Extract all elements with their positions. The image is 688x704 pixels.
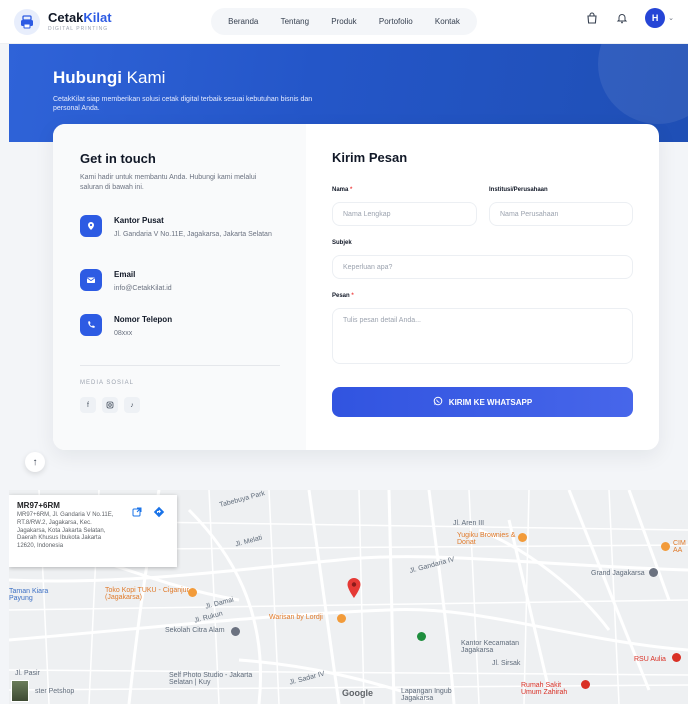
contact-heading: Get in touch [80, 151, 156, 166]
email-value[interactable]: info@CetakKilat.id [114, 284, 274, 294]
company-input[interactable]: Nama Perusahaan [489, 202, 633, 226]
office-title: Kantor Pusat [114, 216, 164, 225]
phone-info: Nomor Telepon 08xxx [80, 314, 274, 339]
page-subtitle: CetakKilat siap memberikan solusi cetak … [53, 96, 313, 113]
hospital-place-icon[interactable] [672, 653, 681, 662]
whatsapp-icon [433, 396, 443, 408]
chevron-down-icon: ⌄ [668, 15, 674, 22]
hospital-place-icon-2[interactable] [581, 680, 590, 689]
printer-icon [14, 8, 40, 35]
avatar: H [645, 8, 666, 28]
user-menu[interactable]: H ⌄ [645, 8, 674, 28]
message-textarea[interactable]: Tulis pesan detail Anda... [332, 308, 633, 364]
map-label-rsu: RSU Aulia [634, 656, 666, 663]
cafe-place-icon[interactable] [188, 588, 197, 597]
office-address: Jl. Gandaria V No.11E, Jagakarsa, Jakart… [114, 231, 272, 238]
decorative-circle [598, 44, 688, 124]
park-place-icon[interactable] [417, 632, 426, 641]
building-place-icon[interactable] [649, 568, 658, 577]
phone-title: Nomor Telepon [114, 315, 173, 324]
name-label: Nama * [332, 187, 353, 193]
name-input[interactable]: Nama Lengkap [332, 202, 477, 226]
send-whatsapp-button[interactable]: KIRIM KE WHATSAPP [332, 387, 633, 417]
place-address: MR97+6RM, Jl. Gandaria V No.11E, RT.8/RW… [17, 512, 114, 550]
nav-kontak[interactable]: Kontak [435, 17, 460, 26]
contact-card: Get in touch Kami hadir untuk membantu A… [53, 124, 659, 450]
subject-label: Subjek [332, 240, 352, 246]
form-heading: Kirim Pesan [332, 150, 408, 165]
nav-beranda[interactable]: Beranda [228, 17, 258, 26]
brand-tagline: DIGITAL PRINTING [48, 26, 109, 32]
message-label: Pesan * [332, 293, 354, 299]
food-place-icon[interactable] [518, 533, 527, 542]
bell-icon[interactable] [615, 11, 629, 25]
map-label-kantor: Kantor Kecamatan Jagakarsa [461, 640, 519, 654]
place-info-card: MR97+6RM MR97+6RM, Jl. Gandaria V No.11E… [9, 495, 177, 567]
message-form-panel: Kirim Pesan Nama * Nama Lengkap Institus… [306, 124, 659, 450]
main-nav: Beranda Tentang Produk Portofolio Kontak [211, 8, 477, 35]
map-label-rumah-sakit: Rumah Sakit Umum Zahirah [521, 682, 568, 696]
nav-produk[interactable]: Produk [331, 17, 356, 26]
map-thumbnail[interactable] [11, 680, 29, 702]
location-marker-icon[interactable] [347, 578, 361, 598]
shop-place-icon[interactable] [661, 542, 670, 551]
map-label-aren: Jl. Aren III [453, 520, 485, 527]
contact-info-panel: Get in touch Kami hadir untuk membantu A… [53, 124, 306, 450]
nav-tentang[interactable]: Tentang [281, 17, 309, 26]
map-label-pasir: Jl. Pasir [15, 670, 40, 677]
phone-value[interactable]: 08xxx [114, 329, 274, 339]
map-label-sirsak: Jl. Sirsak [492, 660, 521, 667]
arrow-up-icon: ↑ [32, 456, 38, 468]
email-title: Email [114, 270, 136, 279]
divider [80, 365, 280, 366]
tiktok-icon[interactable]: ♪ [124, 397, 140, 413]
social-links: f ♪ [80, 397, 140, 413]
restaurant-place-icon[interactable] [337, 614, 346, 623]
header-actions: H ⌄ [585, 8, 674, 28]
contact-intro: Kami hadir untuk membantu Anda. Hubungi … [80, 174, 257, 191]
company-label: Institusi/Perusahaan [489, 187, 548, 193]
office-info: Kantor Pusat Jl. Gandaria V No.11E, Jaga… [80, 215, 274, 240]
map-label-self-photo: Self Photo Studio - Jakarta Selatan | Ku… [169, 672, 253, 686]
location-pin-icon [80, 215, 102, 237]
email-info: Email info@CetakKilat.id [80, 269, 274, 294]
scroll-to-top-button[interactable]: ↑ [25, 452, 45, 472]
map-label-lapangan: Lapangan Ingub Jagakarsa [401, 688, 452, 702]
directions-icon[interactable] [152, 505, 166, 519]
nav-portofolio[interactable]: Portofolio [379, 17, 413, 26]
mail-icon [80, 269, 102, 291]
social-label: MEDIA SOSIAL [80, 380, 135, 386]
embedded-map[interactable]: Tabebuya Park Jl. Aren III Yugiku Browni… [9, 490, 688, 704]
send-button-label: KIRIM KE WHATSAPP [448, 397, 533, 407]
page-title: Hubungi Kami [53, 68, 166, 87]
brand-logo[interactable]: CetakKilat DIGITAL PRINTING [14, 8, 112, 35]
map-label-grand: Grand Jagakarsa [591, 570, 645, 577]
google-logo: Google [342, 688, 373, 698]
map-label-cim: CIM AA [673, 540, 686, 554]
subject-input[interactable]: Keperluan apa? [332, 255, 633, 279]
brand-name: CetakKilat [48, 10, 112, 25]
school-place-icon[interactable] [231, 627, 240, 636]
phone-icon [80, 314, 102, 336]
top-navbar: CetakKilat DIGITAL PRINTING Beranda Tent… [0, 0, 688, 44]
map-label-warisan: Warisan by Lordji [269, 614, 323, 621]
instagram-icon[interactable] [102, 397, 118, 413]
map-label-sekolah: Sekolah Citra Alam [165, 627, 225, 634]
map-label-petshop: ster Petshop [35, 688, 75, 695]
facebook-icon[interactable]: f [80, 397, 96, 413]
map-label-toko: Toko Kopi TUKU - Ciganjur (Jagakarsa) [105, 587, 189, 601]
map-label-yugiku: Yugiku Brownies & Donat [457, 532, 516, 546]
open-external-icon[interactable] [130, 505, 144, 519]
place-code: MR97+6RM [17, 501, 60, 510]
shopping-bag-icon[interactable] [585, 11, 599, 25]
map-label-taman: Taman Kiara Payung [9, 588, 49, 602]
